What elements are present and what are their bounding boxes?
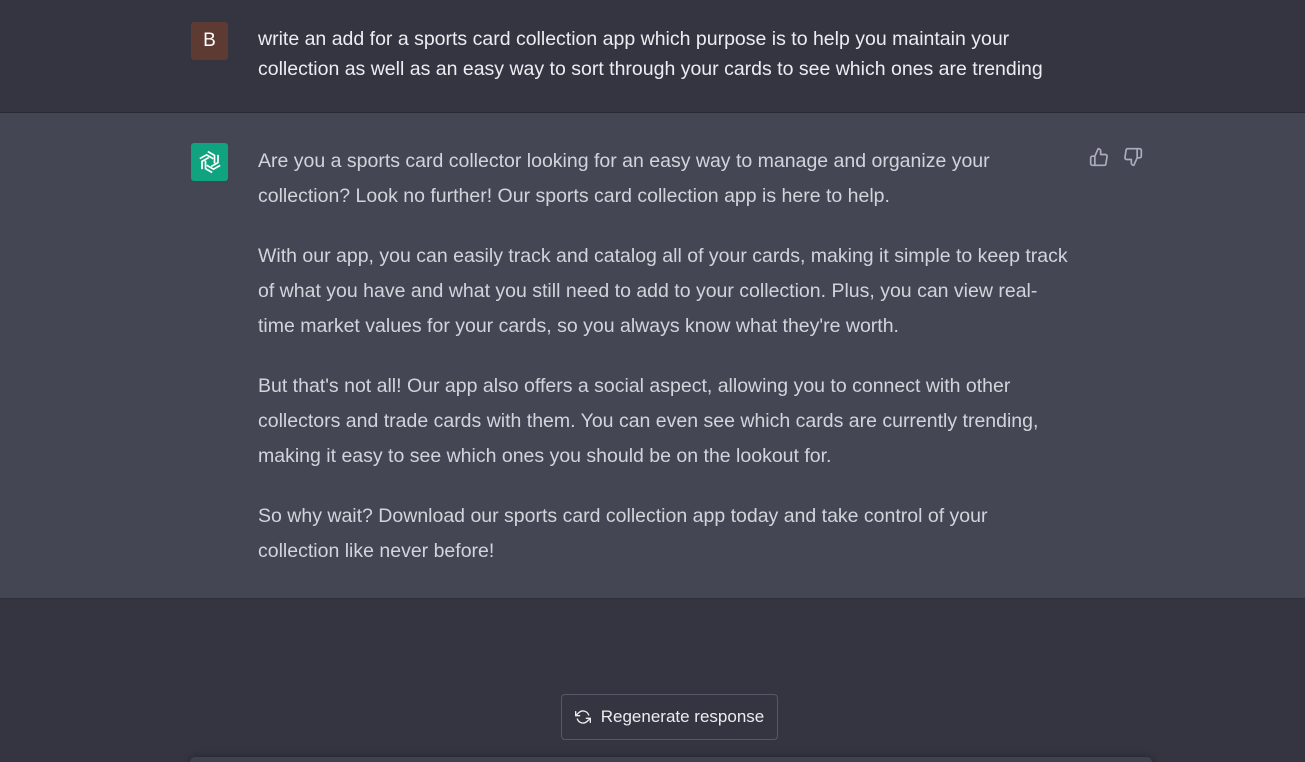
thumbs-down-button[interactable] [1122,146,1144,168]
user-message-row: B write an add for a sports card collect… [0,0,1305,113]
thumbs-down-icon [1124,147,1143,167]
regenerate-response-button[interactable]: Regenerate response [561,694,778,740]
thumbs-up-icon [1089,147,1108,167]
assistant-message-row: Are you a sports card collector looking … [0,113,1305,599]
assistant-paragraph: So why wait? Download our sports card co… [258,505,988,562]
openai-logo-icon [191,143,228,181]
assistant-paragraph: With our app, you can easily track and c… [258,245,1068,337]
feedback-buttons [1088,146,1144,168]
message-input-box[interactable] [190,757,1152,762]
thumbs-up-button[interactable] [1088,146,1110,168]
user-avatar: B [191,22,228,60]
assistant-paragraph: Are you a sports card collector looking … [258,150,990,207]
chat-page: B write an add for a sports card collect… [0,0,1305,762]
assistant-message-text: Are you a sports card collector looking … [258,144,1068,594]
regenerate-label: Regenerate response [600,707,765,726]
refresh-icon [574,710,591,724]
user-message-text: write an add for a sports card collectio… [258,28,1043,80]
assistant-paragraph: But that's not all! Our app also offers … [258,375,1039,467]
